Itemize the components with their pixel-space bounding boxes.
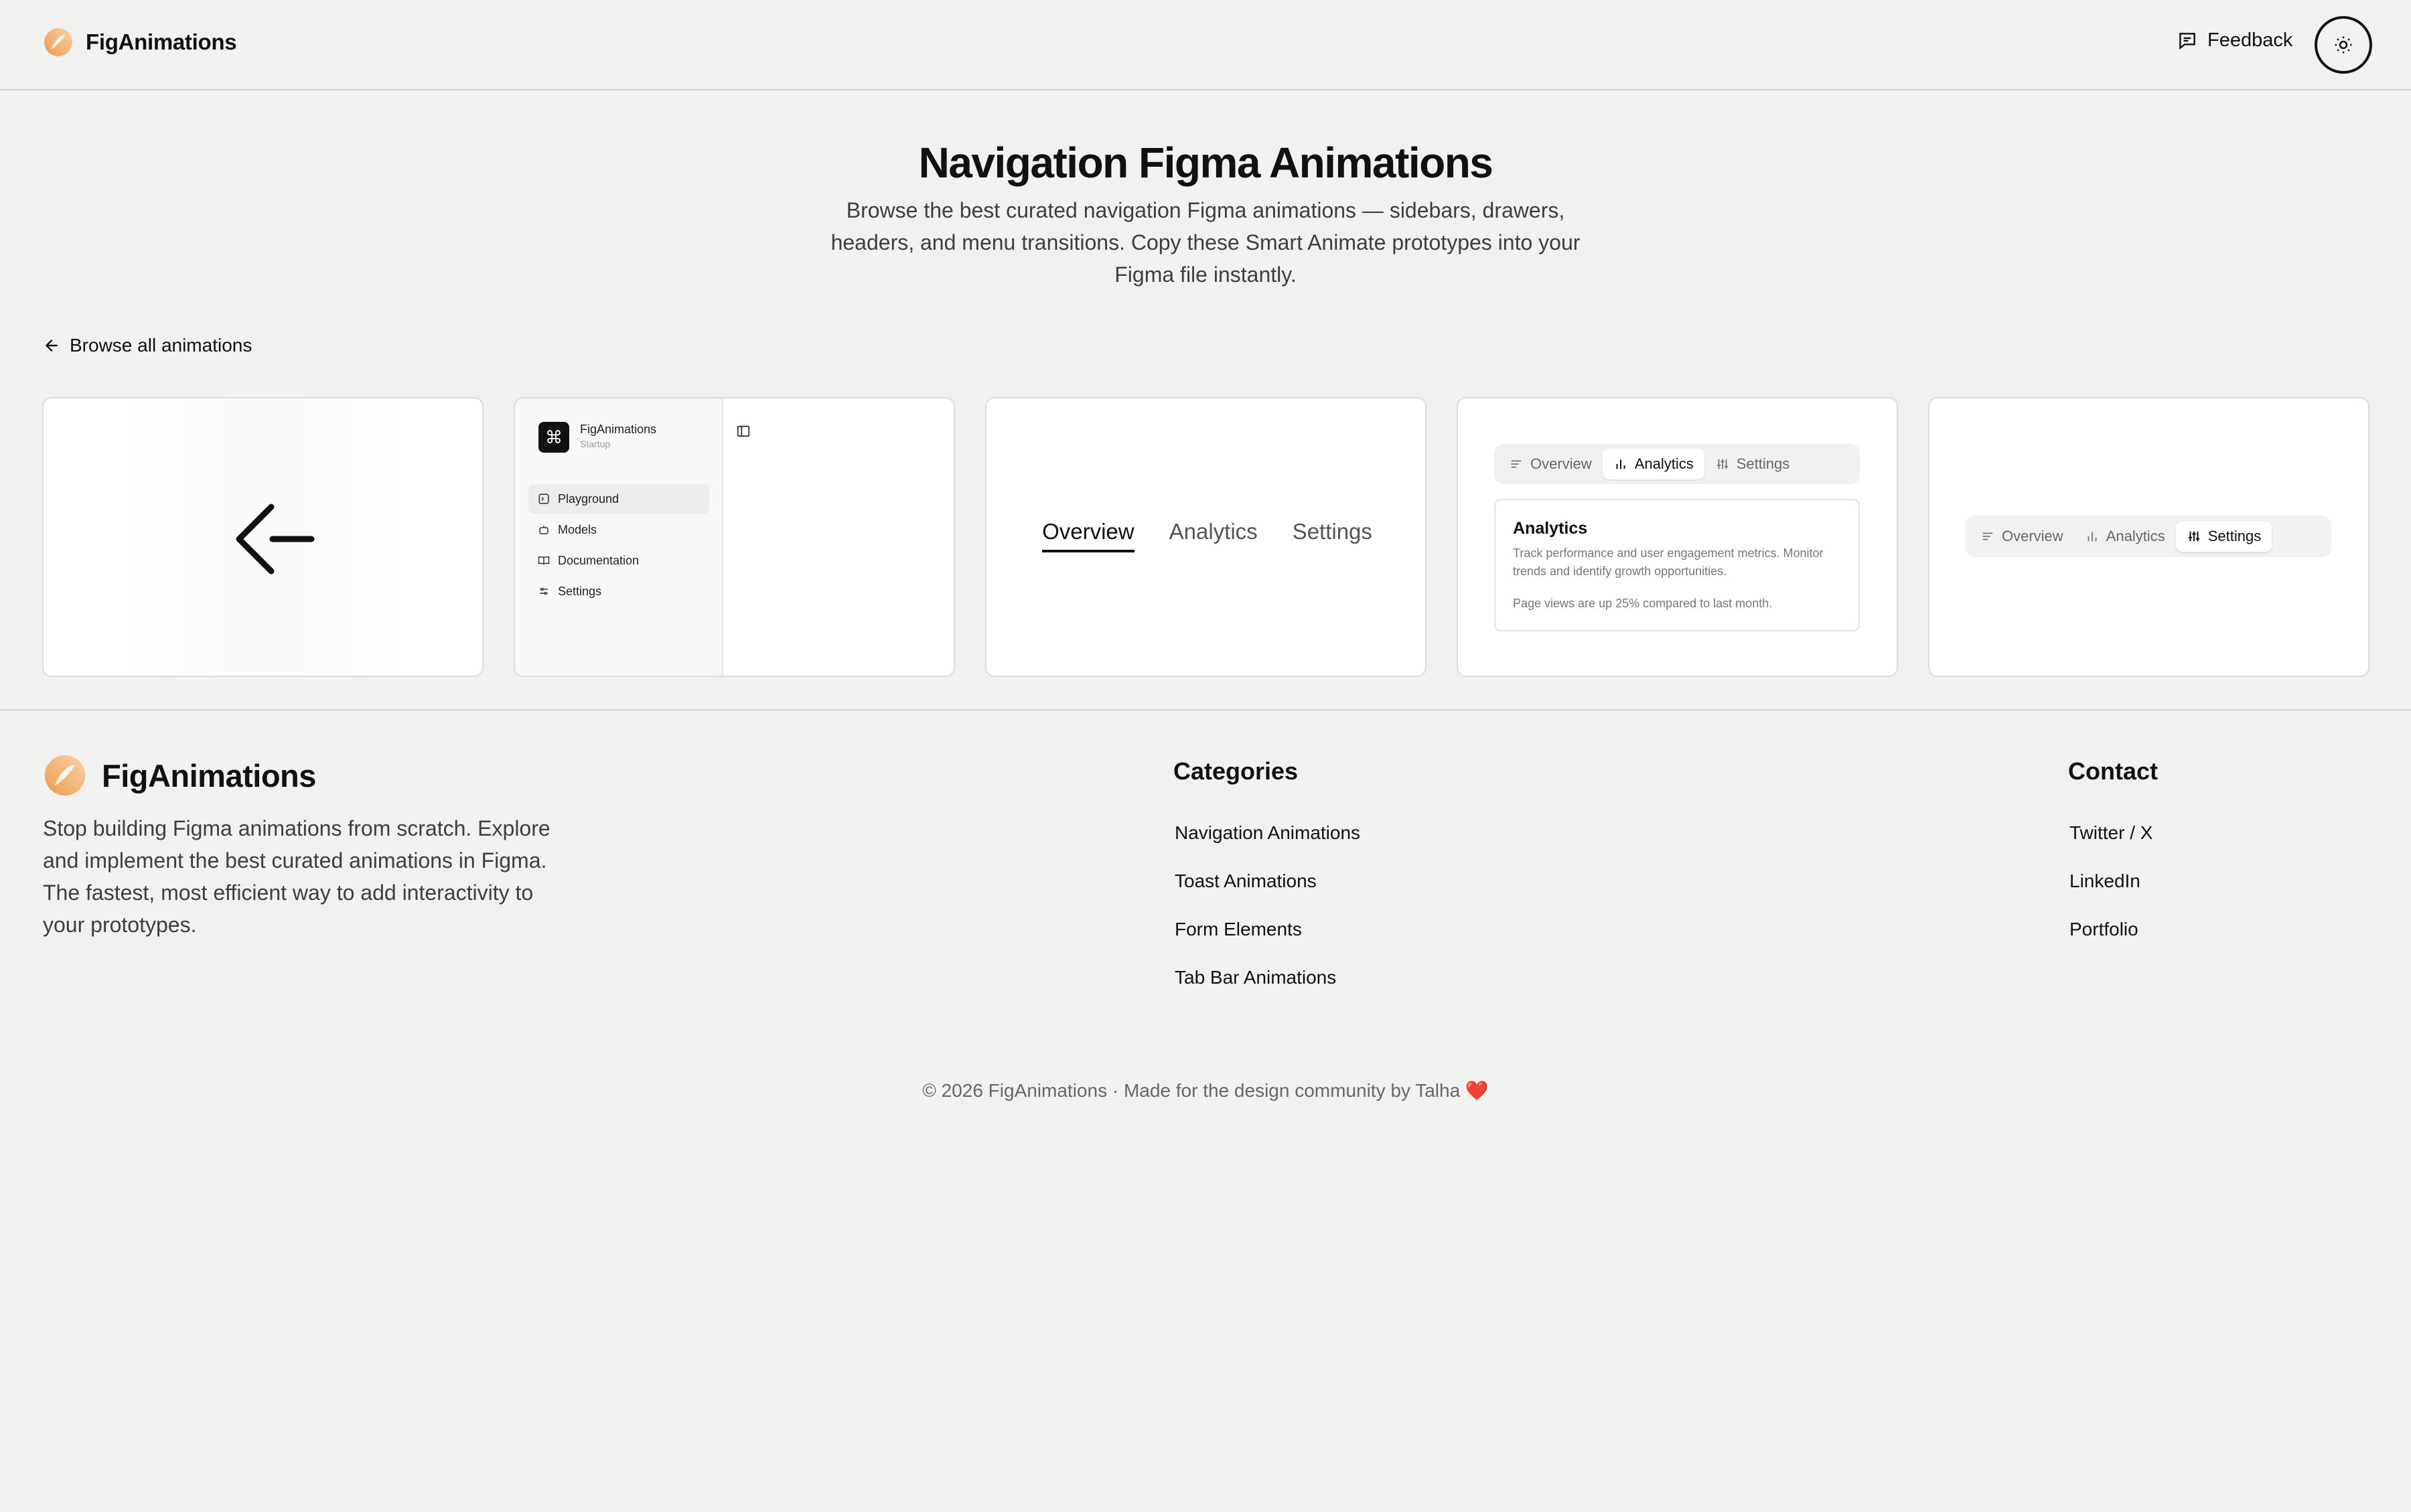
sidebar-item-settings[interactable]: Settings [528,577,709,606]
segmented-tab-bar: Overview Analytics Settings [1494,444,1860,484]
tab-overview[interactable]: Overview [1970,521,2074,552]
sidebar-app-sub: Startup [580,439,611,449]
page-description: Browse the best curated navigation Figma… [830,198,1581,287]
sidebar-item-label: Documentation [558,553,640,567]
command-icon: ⌘ [538,422,569,453]
arrow-left-icon [236,504,315,575]
categories-heading: Categories [1173,757,1299,785]
sidebar-item-playground[interactable]: Playground [528,484,709,514]
tab-content-panel: Analytics Track performance and user eng… [1494,499,1860,631]
footer-link-tab-bar[interactable]: Tab Bar Animations [1175,967,1336,988]
footer-link-portfolio[interactable]: Portfolio [2069,919,2138,940]
sun-icon [2335,36,2352,54]
browse-all-link[interactable]: Browse all animations [43,335,252,356]
sidebar-item-label: Models [558,522,597,536]
logo-icon [44,755,86,796]
theme-toggle-button[interactable] [2315,16,2372,74]
tab-analytics[interactable]: Analytics [1169,519,1258,550]
brand-name: FigAnimations [86,29,237,54]
panel-note: Page views are up 25% compared to last m… [1513,597,1773,610]
animation-card-tabs-panel[interactable]: Overview Analytics Settings Analytics Tr… [1457,397,1898,677]
segmented-tab-bar: Overview Analytics Settings [1966,516,2331,557]
animation-card-segmented-control[interactable]: Overview Analytics Settings [1928,397,2369,677]
playground-icon [538,494,549,504]
footer-link-toast[interactable]: Toast Animations [1175,871,1317,892]
footer-link-form-elements[interactable]: Form Elements [1175,919,1302,940]
message-icon [2179,32,2195,50]
tab-label: Settings [1736,455,1790,472]
sliders-icon [1716,459,1728,469]
tab-label: Overview [2002,528,2063,544]
tab-settings[interactable]: Settings [1293,519,1372,550]
underline-tab-bar: Overview Analytics Settings [987,519,1425,552]
footer-link-navigation[interactable]: Navigation Animations [1175,822,1360,844]
robot-icon [539,526,549,534]
panel-heading: Analytics [1513,519,1588,538]
sliders-icon [540,587,548,595]
tab-analytics[interactable]: Analytics [2074,521,2176,552]
bar-chart-icon [2088,532,2097,542]
tab-overview[interactable]: Overview [1498,449,1603,479]
footer-divider [0,709,2411,710]
feedback-label: Feedback [2207,29,2293,51]
sidebar-item-documentation[interactable]: Documentation [528,546,709,575]
logo-icon [44,28,72,56]
page-title: Navigation Figma Animations [918,139,1493,187]
tab-label: Analytics [2106,528,2165,544]
sidebar-app-name: FigAnimations [580,423,657,436]
tab-label: Analytics [1634,455,1694,472]
list-icon [1511,460,1522,468]
sliders-icon [2188,531,2199,542]
top-navbar: FigAnimations Feedback [0,0,2411,90]
footer-description: Stop building Figma animations from scra… [43,816,551,937]
copyright-text: © 2026 FigAnimations · Made for the desi… [922,1080,1489,1101]
list-icon [1982,532,1993,540]
tab-overview[interactable]: Overview [1042,519,1135,552]
footer-brand[interactable]: FigAnimations [43,753,316,798]
sidebar-item-label: Settings [558,584,602,598]
footer-link-twitter[interactable]: Twitter / X [2069,822,2152,844]
arrow-left-icon [46,339,58,352]
tab-settings[interactable]: Settings [2175,521,2272,552]
panel-toggle-icon[interactable] [736,424,751,439]
sidebar-preview: ⌘ FigAnimations Startup Playground Model… [515,398,723,676]
tab-analytics[interactable]: Analytics [1602,449,1704,479]
sidebar-item-models[interactable]: Models [528,515,709,544]
tab-label: Settings [2207,528,2262,544]
contact-heading: Contact [2068,757,2158,785]
animation-card-back-arrow[interactable] [42,397,484,677]
brand-link[interactable]: FigAnimations [43,27,237,58]
tab-settings[interactable]: Settings [1704,449,1801,479]
bar-chart-icon [1616,459,1625,469]
animation-card-sidebar[interactable]: ⌘ FigAnimations Startup Playground Model… [514,397,955,677]
feedback-button[interactable]: Feedback [2177,29,2292,52]
footer-link-linkedin[interactable]: LinkedIn [2069,871,2140,892]
footer-brand-name: FigAnimations [102,757,316,793]
animation-card-underline-tabs[interactable]: Overview Analytics Settings [985,397,1427,677]
sidebar-item-label: Playground [558,492,619,506]
tab-label: Overview [1530,455,1592,472]
panel-body: Track performance and user engagement me… [1513,546,1824,578]
book-icon [538,556,550,565]
browse-all-label: Browse all animations [70,335,252,356]
